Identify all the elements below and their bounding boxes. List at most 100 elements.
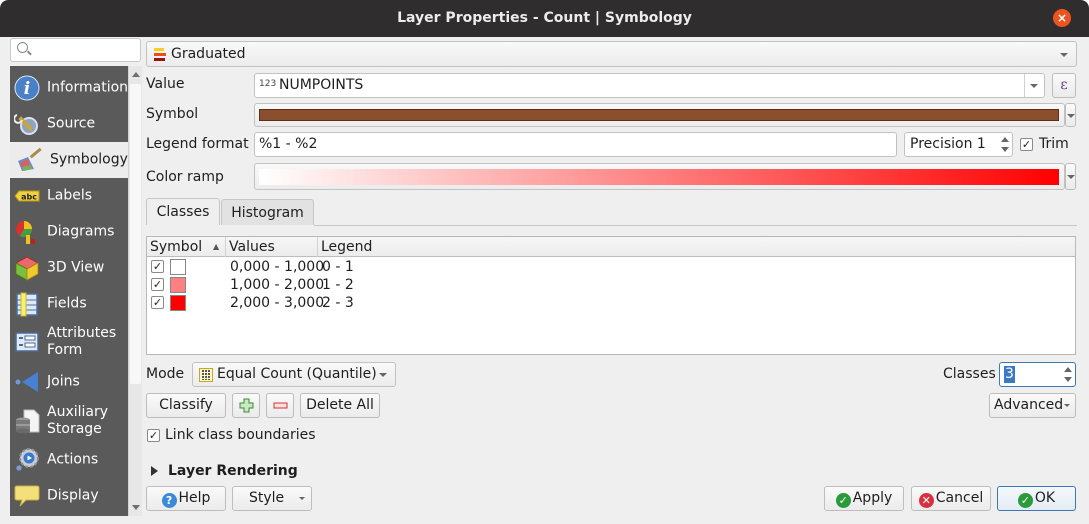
information-icon: i <box>14 75 40 101</box>
chevron-down-icon <box>1060 53 1068 57</box>
mode-select[interactable]: Equal Count (Quantile) <box>192 362 396 387</box>
symbol-menu-button[interactable] <box>1065 103 1076 127</box>
tab-classes[interactable]: Classes <box>146 198 220 225</box>
sidebar-search-input[interactable] <box>10 38 141 62</box>
scroll-up-icon[interactable] <box>132 72 140 77</box>
spin-down-icon[interactable] <box>1064 377 1072 382</box>
column-header-legend[interactable]: Legend <box>318 237 1075 257</box>
sidebar-item-auxiliary-storage[interactable]: Auxiliary Storage <box>10 400 128 442</box>
sidebar-item-label: 3D View <box>47 259 105 276</box>
plus-icon <box>239 398 254 413</box>
class-visible-checkbox[interactable]: ✓ <box>151 296 164 309</box>
class-values[interactable]: 2,000 - 3,000 <box>230 294 324 312</box>
column-header-label: Legend <box>321 239 373 255</box>
sidebar-item-source[interactable]: Source <box>10 106 128 142</box>
classify-button[interactable]: Classify <box>146 393 226 418</box>
class-visible-checkbox[interactable]: ✓ <box>151 278 164 291</box>
renderer-type-select[interactable]: Graduated <box>146 41 1077 67</box>
legend-format-label: Legend format <box>146 136 249 152</box>
symbology-icon <box>18 147 42 171</box>
sidebar-item-labels[interactable]: abc Labels <box>10 178 128 214</box>
layer-rendering-section[interactable]: Layer Rendering <box>168 463 298 479</box>
sidebar-item-joins[interactable]: Joins <box>10 364 128 400</box>
sort-ascending-icon: ▲ <box>213 242 220 251</box>
help-button[interactable]: ? Help <box>146 486 226 511</box>
diagrams-icon <box>16 221 35 244</box>
scrollbar-thumb[interactable] <box>130 84 141 384</box>
scroll-down-icon[interactable] <box>132 505 140 510</box>
precision-spin-buttons[interactable] <box>998 133 1012 156</box>
classes-spin-buttons[interactable] <box>1061 363 1075 386</box>
title-bar: Layer Properties - Count | Symbology × <box>0 0 1089 37</box>
advanced-menu-button[interactable]: Advanced <box>989 393 1076 418</box>
color-ramp-button[interactable] <box>254 163 1065 190</box>
auxiliary-storage-icon <box>16 409 40 434</box>
sidebar-scrollbar[interactable] <box>128 66 142 516</box>
legend-format-input[interactable]: %1 - %2 <box>254 132 897 157</box>
spin-up-icon[interactable] <box>1001 137 1009 142</box>
expand-arrow-icon[interactable] <box>151 466 158 476</box>
value-field-select[interactable]: 123 NUMPOINTS <box>254 73 1045 98</box>
precision-spinbox[interactable]: Precision 1 <box>904 132 1013 157</box>
sidebar-item-label: Display <box>47 487 99 504</box>
sidebar-item-symbology[interactable]: Symbology <box>10 142 128 178</box>
class-values[interactable]: 0,000 - 1,000 <box>230 258 324 276</box>
column-header-values[interactable]: Values <box>226 237 318 257</box>
check-icon: ✓ <box>1017 493 1033 508</box>
sidebar-item-display[interactable]: Display <box>10 478 128 514</box>
class-visible-checkbox[interactable]: ✓ <box>151 260 164 273</box>
class-legend[interactable]: 1 - 2 <box>322 276 354 294</box>
classes-count-value: 3 <box>1004 366 1015 383</box>
trim-label: Trim <box>1039 136 1069 152</box>
class-legend[interactable]: 0 - 1 <box>322 258 354 276</box>
color-ramp-menu-button[interactable] <box>1065 163 1076 190</box>
color-ramp-label: Color ramp <box>146 169 224 185</box>
table-row[interactable]: ✓ 0,000 - 1,000 0 - 1 <box>147 258 1075 276</box>
chevron-down-icon <box>1030 84 1038 88</box>
window-title: Layer Properties - Count | Symbology <box>397 10 692 26</box>
table-row[interactable]: ✓ 1,000 - 2,000 1 - 2 <box>147 276 1075 294</box>
style-menu-button[interactable]: Style <box>232 486 312 511</box>
cancel-button[interactable]: ✕ Cancel <box>911 486 991 511</box>
sidebar-item-label: Source <box>47 115 96 132</box>
column-header-symbol[interactable]: Symbol ▲ <box>147 237 226 257</box>
classes-table[interactable]: Symbol ▲ Values Legend ✓ 0,000 - 1,000 0 … <box>146 236 1076 355</box>
minus-icon <box>273 402 288 409</box>
apply-button[interactable]: ✓ Apply <box>824 486 904 511</box>
close-button[interactable]: × <box>1053 9 1071 27</box>
spin-down-icon[interactable] <box>1001 147 1009 152</box>
symbol-button[interactable] <box>254 103 1065 127</box>
class-symbol-swatch[interactable] <box>170 277 186 293</box>
sidebar-item-information[interactable]: i Information <box>10 70 128 106</box>
classes-count-label: Classes <box>943 366 996 382</box>
expression-icon: ε <box>1060 77 1068 93</box>
symbol-color-swatch <box>259 109 1059 121</box>
graduated-icon <box>154 48 166 61</box>
actions-icon <box>15 448 39 472</box>
table-row[interactable]: ✓ 2,000 - 3,000 2 - 3 <box>147 294 1075 312</box>
3d-view-icon <box>15 256 39 281</box>
remove-class-button[interactable] <box>266 393 294 418</box>
spin-up-icon[interactable] <box>1064 367 1072 372</box>
sidebar-item-diagrams[interactable]: Diagrams <box>10 214 128 250</box>
class-legend[interactable]: 2 - 3 <box>322 294 354 312</box>
joins-icon <box>15 372 38 392</box>
sidebar-item-label: Information <box>47 79 128 96</box>
sidebar-item-actions[interactable]: Actions <box>10 442 128 478</box>
class-values[interactable]: 1,000 - 2,000 <box>230 276 324 294</box>
delete-all-button[interactable]: Delete All <box>300 393 380 418</box>
link-class-boundaries-checkbox[interactable]: ✓ <box>147 429 160 442</box>
legend-format-value: %1 - %2 <box>259 136 318 152</box>
add-class-button[interactable] <box>232 393 260 418</box>
sidebar-item-attributes-form[interactable]: Attributes Form <box>10 322 128 362</box>
sidebar-item-fields[interactable]: Fields <box>10 286 128 322</box>
class-symbol-swatch[interactable] <box>170 295 186 311</box>
tab-label: Histogram <box>231 205 304 221</box>
class-symbol-swatch[interactable] <box>170 259 186 275</box>
classes-count-spinbox[interactable]: 3 <box>999 362 1076 387</box>
tab-histogram[interactable]: Histogram <box>221 199 314 225</box>
expression-button[interactable]: ε <box>1052 73 1076 98</box>
ok-button[interactable]: ✓ OK <box>997 486 1076 511</box>
sidebar-item-3d-view[interactable]: 3D View <box>10 250 128 286</box>
trim-checkbox[interactable]: ✓ <box>1020 138 1033 151</box>
